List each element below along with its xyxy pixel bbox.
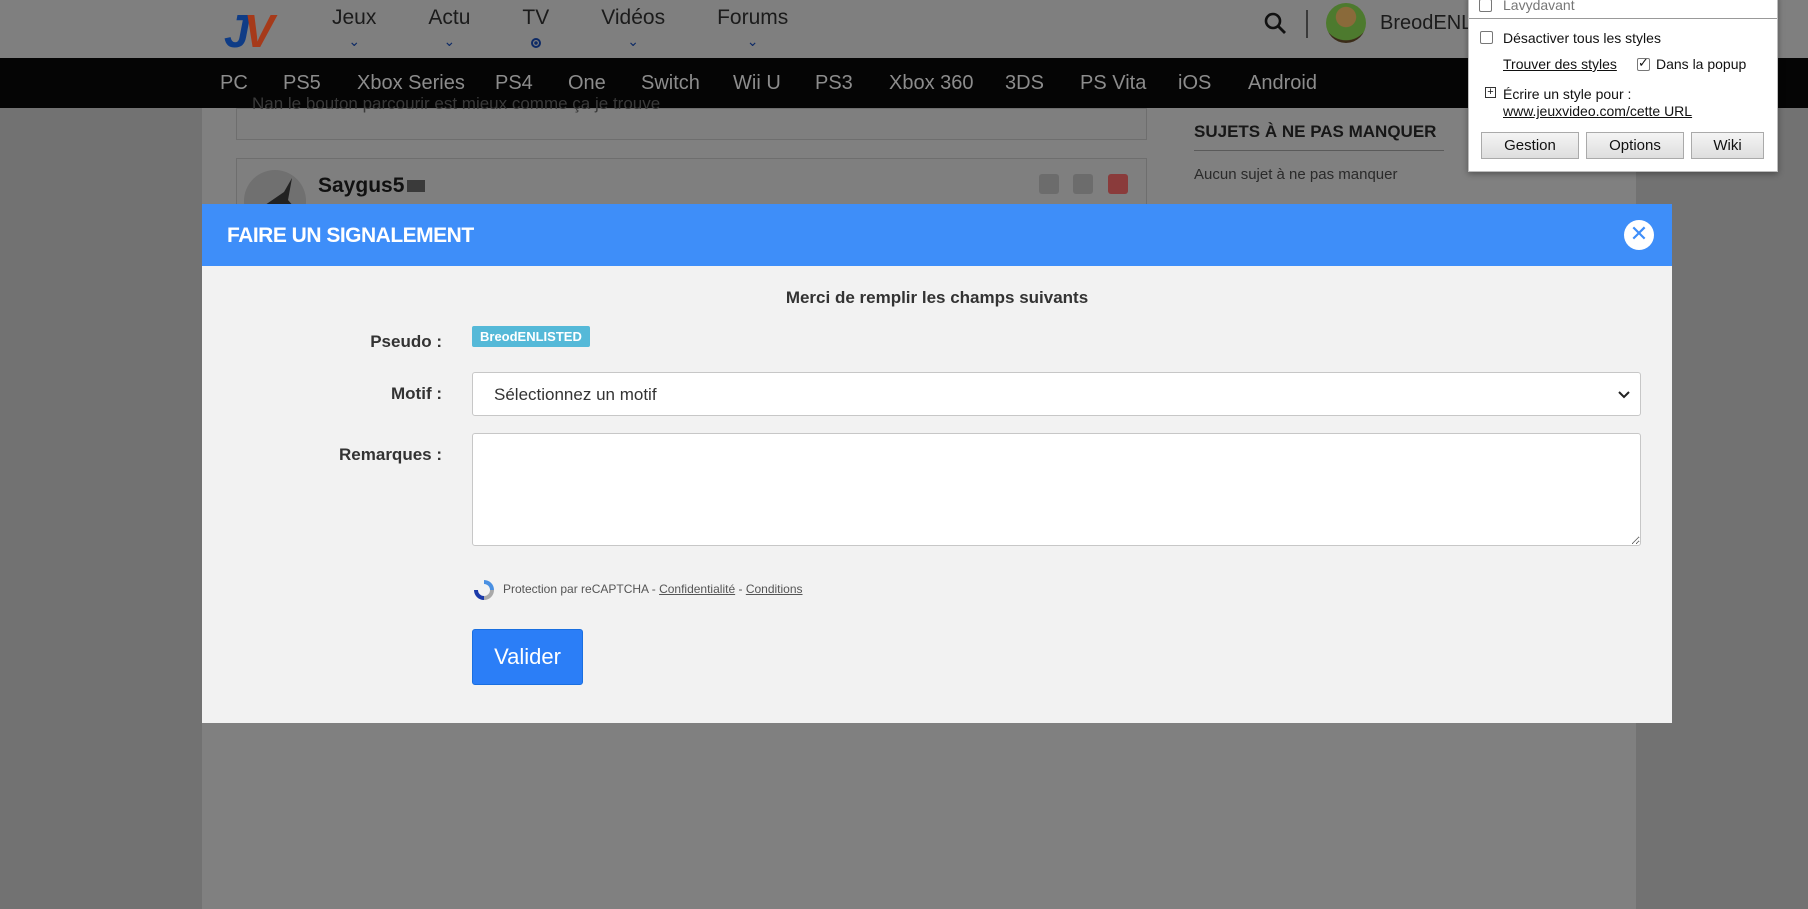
platform-3ds[interactable]: 3DS (1005, 72, 1044, 95)
chevron-down-icon (1618, 391, 1630, 399)
nav-item-actu[interactable]: Actu ⌄ (428, 0, 470, 58)
in-popup-checkbox[interactable] (1637, 55, 1650, 71)
platform-pc[interactable]: PC (220, 72, 248, 95)
chevron-down-icon: ⌄ (627, 33, 640, 49)
mail-icon[interactable] (407, 180, 425, 192)
platform-ps4[interactable]: PS4 (495, 72, 533, 95)
pseudo-label: Pseudo : (370, 332, 442, 351)
in-popup-label[interactable]: Dans la popup (1656, 56, 1746, 72)
close-icon: ✕ (1629, 222, 1649, 247)
chevron-down-icon: ⌄ (443, 33, 456, 49)
chevron-down-icon: ⌄ (746, 33, 759, 49)
platform-ps5[interactable]: PS5 (283, 72, 321, 95)
username[interactable]: BreodENL (1380, 12, 1472, 35)
plus-icon[interactable]: + (1485, 87, 1496, 98)
platform-ios[interactable]: iOS (1178, 72, 1211, 95)
platform-android[interactable]: Android (1248, 72, 1317, 95)
nav-item-tv[interactable]: TV (522, 0, 549, 58)
emoji-icon[interactable] (1073, 174, 1093, 194)
disable-all-checkbox[interactable] (1480, 31, 1493, 44)
modal-title: FAIRE UN SIGNALEMENT (227, 224, 474, 247)
submit-button[interactable]: Valider (472, 629, 583, 685)
platform-one[interactable]: One (568, 72, 606, 95)
platform-switch[interactable]: Switch (641, 72, 700, 95)
live-dot-icon (530, 38, 541, 48)
aside-text: Aucun sujet à ne pas manquer (1194, 166, 1398, 183)
platform-ps3[interactable]: PS3 (815, 72, 853, 95)
find-styles-link[interactable]: Trouver des styles (1503, 56, 1617, 72)
platform-ps-vita[interactable]: PS Vita (1080, 72, 1146, 95)
motif-label: Motif : (391, 384, 442, 403)
style-checkbox[interactable] (1479, 0, 1492, 12)
user-avatar[interactable] (1326, 3, 1366, 43)
modal-header: FAIRE UN SIGNALEMENT ✕ (202, 204, 1672, 266)
popup-divider (1469, 18, 1777, 19)
platform-xbox-360[interactable]: Xbox 360 (889, 72, 974, 95)
aside-divider (1194, 150, 1444, 151)
options-button[interactable]: Options (1586, 132, 1684, 159)
pseudo-badge: BreodENLISTED (472, 326, 590, 347)
disable-all-label[interactable]: Désactiver tous les styles (1503, 30, 1661, 46)
modal-intro: Merci de remplir les champs suivants (785, 288, 1089, 307)
terms-link[interactable]: Conditions (746, 582, 803, 596)
write-style-label: Écrire un style pour : (1503, 86, 1632, 102)
stylus-popup: Lavydavant Désactiver tous les styles Tr… (1468, 0, 1778, 172)
remarks-textarea[interactable] (472, 433, 1641, 546)
recaptcha-notice: Protection par reCAPTCHA - Confidentiali… (503, 582, 803, 596)
platform-xbox-series[interactable]: Xbox Series (357, 72, 465, 95)
jv-logo[interactable]: JV (224, 4, 274, 58)
remarks-label: Remarques : (339, 445, 442, 464)
post-text: Nan le bouton parcourir est mieux comme … (252, 94, 661, 113)
report-modal: FAIRE UN SIGNALEMENT ✕ Merci de remplir … (202, 204, 1672, 723)
chevron-down-icon: ⌄ (348, 33, 361, 49)
aside-title: SUJETS À NE PAS MANQUER (1194, 122, 1437, 141)
nav-item-jeux[interactable]: Jeux ⌄ (332, 0, 376, 58)
nav-item-forums[interactable]: Forums ⌄ (717, 0, 788, 58)
nav-item-videos[interactable]: Vidéos ⌄ (601, 0, 665, 58)
manage-button[interactable]: Gestion (1481, 132, 1579, 159)
style-name[interactable]: Lavydavant (1503, 0, 1575, 13)
quote-icon[interactable] (1039, 174, 1059, 194)
privacy-link[interactable]: Confidentialité (659, 582, 735, 596)
post-author[interactable]: Saygus5 (318, 174, 404, 198)
wiki-button[interactable]: Wiki (1691, 132, 1764, 159)
motif-select[interactable]: Sélectionnez un motif (472, 372, 1641, 416)
recaptcha-icon (474, 580, 494, 600)
motif-select-value: Sélectionnez un motif (494, 385, 657, 404)
report-icon[interactable] (1108, 174, 1128, 194)
write-style-url-link[interactable]: www.jeuxvideo.com/cette URL (1503, 103, 1692, 119)
main-nav: Jeux ⌄ Actu ⌄ TV Vidéos ⌄ Forums ⌄ (332, 0, 840, 58)
close-button[interactable]: ✕ (1624, 220, 1654, 250)
header-divider (1306, 10, 1308, 38)
search-icon[interactable] (1264, 12, 1286, 34)
platform-wii-u[interactable]: Wii U (733, 72, 781, 95)
